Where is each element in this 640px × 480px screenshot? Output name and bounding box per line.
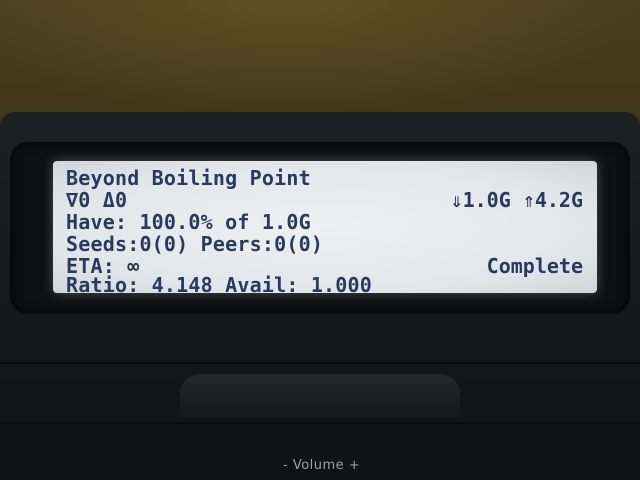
lcd-screen: Beyond Boiling Point ∇0 Δ0 ⇓1.0G ⇑4.2G H… — [53, 161, 597, 297]
have-line: Have: 100.0% of 1.0G — [66, 210, 311, 234]
background-wall — [0, 0, 640, 120]
torrent-title: Beyond Boiling Point — [66, 166, 311, 190]
center-button[interactable] — [180, 374, 460, 418]
device-body: Beyond Boiling Point ∇0 Δ0 ⇓1.0G ⇑4.2G H… — [0, 112, 640, 480]
volume-label: - Volume + — [283, 458, 361, 473]
status-text: Complete — [486, 254, 583, 278]
transfer-totals: ⇓1.0G ⇑4.2G — [450, 188, 583, 212]
seeds-peers-line: Seeds:0(0) Peers:0(0) — [66, 232, 324, 256]
speed-line: ∇0 Δ0 — [66, 188, 128, 212]
ratio-line: Ratio: 4.148 Avail: 1.000 — [66, 273, 373, 297]
lcd-bezel: Beyond Boiling Point ∇0 Δ0 ⇓1.0G ⇑4.2G H… — [10, 142, 630, 314]
device-seam-lower — [0, 422, 640, 424]
device-seam — [0, 362, 640, 364]
